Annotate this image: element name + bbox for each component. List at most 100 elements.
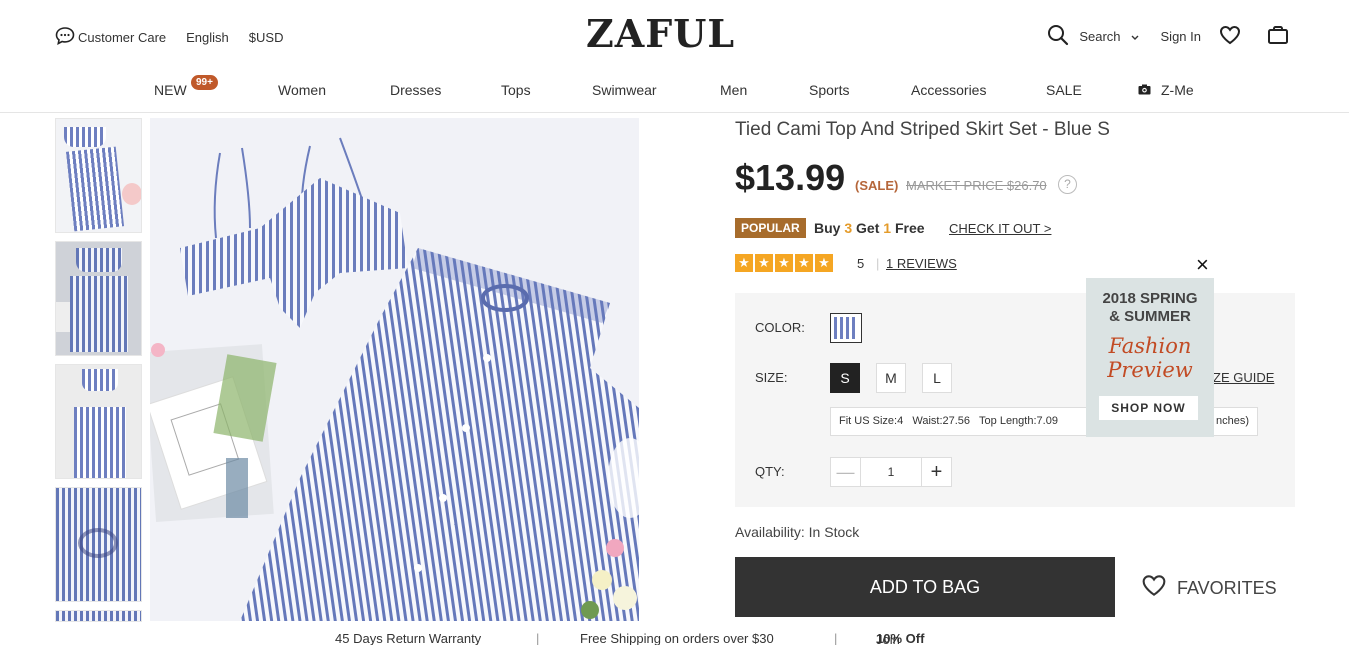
nav-item-tops[interactable]: Tops — [501, 82, 531, 98]
quantity-stepper: — 1 + — [830, 457, 952, 487]
free-shipping-text: Free Shipping on orders over $30 — [580, 631, 774, 645]
sale-tag: (SALE) — [855, 178, 899, 193]
thumbnail-knot-image — [78, 528, 118, 558]
qty-increase-button[interactable]: + — [921, 458, 951, 486]
color-label: COLOR: — [755, 320, 805, 335]
wishlist-heart-icon[interactable] — [1219, 25, 1241, 48]
sign-in-link[interactable]: Sign In — [1161, 29, 1201, 44]
nav-item-dresses[interactable]: Dresses — [390, 82, 441, 98]
product-title: Tied Cami Top And Striped Skirt Set - Bl… — [735, 119, 1110, 140]
fit-us-size: Fit US Size:4 — [839, 415, 904, 427]
ad-headline-line1: 2018 SPRING — [1102, 290, 1198, 307]
add-to-bag-button[interactable]: ADD TO BAG — [735, 557, 1115, 617]
star-icon: ★ — [735, 254, 753, 272]
thumbnail-top-image — [82, 369, 118, 391]
ad-headline-line2: & SUMMER — [1109, 308, 1191, 325]
product-thumbnail[interactable] — [55, 118, 142, 233]
thumbnail-skirt-image — [74, 407, 126, 478]
size-option-l[interactable]: L — [922, 363, 952, 393]
promo-free: Free — [894, 220, 925, 236]
join-offer-text: Join and Get 10% Off — [876, 631, 924, 645]
camera-icon — [1138, 82, 1151, 98]
product-thumbnail[interactable] — [55, 241, 142, 356]
fit-unit: nches) — [1215, 415, 1249, 427]
size-option-m[interactable]: M — [876, 363, 906, 393]
search-label: Search — [1079, 29, 1121, 44]
fit-waist: Waist:27.56 — [912, 415, 971, 427]
rating-separator: | — [876, 256, 880, 271]
ad-script-line1: Fashion — [1108, 334, 1192, 358]
top-bar: Customer Care English $USD ZAFUL Search … — [0, 0, 1349, 72]
color-swatch[interactable] — [830, 313, 862, 343]
nav-item-sale[interactable]: SALE — [1046, 82, 1082, 98]
ad-headline: 2018 SPRING & SUMMER — [1086, 290, 1214, 326]
product-thumbnail[interactable] — [55, 610, 142, 622]
thumbnail-skirt-image — [70, 276, 128, 352]
star-icon: ★ — [795, 254, 813, 272]
product-photo — [150, 137, 639, 621]
nav-item-swimwear[interactable]: Swimwear — [592, 82, 657, 98]
promo-buy: Buy — [814, 220, 841, 236]
customer-care-link[interactable]: Customer Care — [55, 26, 166, 49]
close-icon[interactable]: × — [1196, 254, 1209, 276]
benefits-separator: | — [834, 631, 838, 645]
thumbnail-partial-image — [56, 611, 141, 621]
nav-item-z-me-label: Z-Me — [1161, 82, 1194, 98]
reviews-link[interactable]: 1 REVIEWS — [886, 256, 957, 271]
fit-top-length: Top Length:7.09 — [979, 415, 1058, 427]
promo-buy-count: 3 — [844, 220, 853, 236]
rating-value: 5 — [857, 256, 865, 271]
qty-label: QTY: — [755, 464, 785, 479]
customer-care-label: Customer Care — [78, 30, 167, 45]
search-button[interactable]: Search — [1047, 24, 1139, 49]
qty-decrease-button[interactable]: — — [831, 458, 861, 486]
shopping-bag-icon[interactable] — [1267, 25, 1289, 48]
availability-status: Availability: In Stock — [735, 524, 860, 540]
nav-item-men[interactable]: Men — [720, 82, 747, 98]
currency-selector[interactable]: $USD — [249, 30, 284, 45]
thumbnail-top-image — [64, 127, 106, 147]
benefits-separator: | — [536, 631, 540, 645]
ad-script-title: Fashion Preview — [1086, 334, 1214, 382]
product-thumbnail[interactable] — [55, 487, 142, 602]
product-price: $13.99 — [735, 157, 846, 198]
qty-input[interactable]: 1 — [861, 458, 921, 486]
shop-now-button[interactable]: SHOP NOW — [1099, 396, 1198, 420]
main-product-image[interactable] — [150, 118, 639, 621]
join-offer-label: Join and Get — [876, 632, 900, 645]
size-guide-link[interactable]: ZE GUIDE — [1213, 370, 1274, 385]
thumbnail-prop-image — [56, 302, 70, 332]
search-icon — [1047, 24, 1069, 49]
favorites-button[interactable]: FAVORITES — [1141, 574, 1277, 602]
nav-item-women[interactable]: Women — [278, 82, 326, 98]
heart-icon — [1141, 574, 1167, 602]
main-nav: NEW 99+ Women Dresses Tops Swimwear Men … — [0, 72, 1349, 113]
new-count-badge: 99+ — [191, 75, 218, 90]
language-selector[interactable]: English — [186, 30, 229, 45]
check-it-out-link[interactable]: CHECK IT OUT > — [949, 221, 1051, 236]
return-warranty-text: 45 Days Return Warranty — [335, 631, 482, 645]
thumbnail-skirt-image — [65, 146, 125, 232]
ad-script-line2: Preview — [1107, 358, 1193, 382]
promo-get-count: 1 — [883, 220, 892, 236]
site-logo[interactable]: ZAFUL — [586, 11, 735, 56]
nav-item-new[interactable]: NEW — [154, 82, 187, 98]
nav-item-sports[interactable]: Sports — [809, 82, 849, 98]
star-icon: ★ — [815, 254, 833, 272]
product-thumbnail[interactable] — [55, 364, 142, 479]
star-icon: ★ — [775, 254, 793, 272]
nav-item-accessories[interactable]: Accessories — [911, 82, 986, 98]
size-label: SIZE: — [755, 370, 788, 385]
color-swatch-fill — [834, 317, 858, 339]
price-help-icon[interactable]: ? — [1058, 175, 1077, 194]
nav-item-z-me[interactable]: Z-Me — [1138, 82, 1194, 98]
promo-get: Get — [856, 220, 880, 236]
star-icon: ★ — [755, 254, 773, 272]
promo-text: Buy 3 Get 1 Free — [814, 220, 925, 236]
thumbnail-flower-image — [122, 183, 141, 205]
promo-ad-banner[interactable]: 2018 SPRING & SUMMER Fashion Preview SHO… — [1086, 278, 1214, 437]
top-left-links: Customer Care English $USD — [55, 26, 283, 49]
size-option-s[interactable]: S — [830, 363, 860, 393]
thumbnail-top-image — [76, 248, 122, 272]
top-right-actions: Search Sign In — [1047, 24, 1289, 49]
